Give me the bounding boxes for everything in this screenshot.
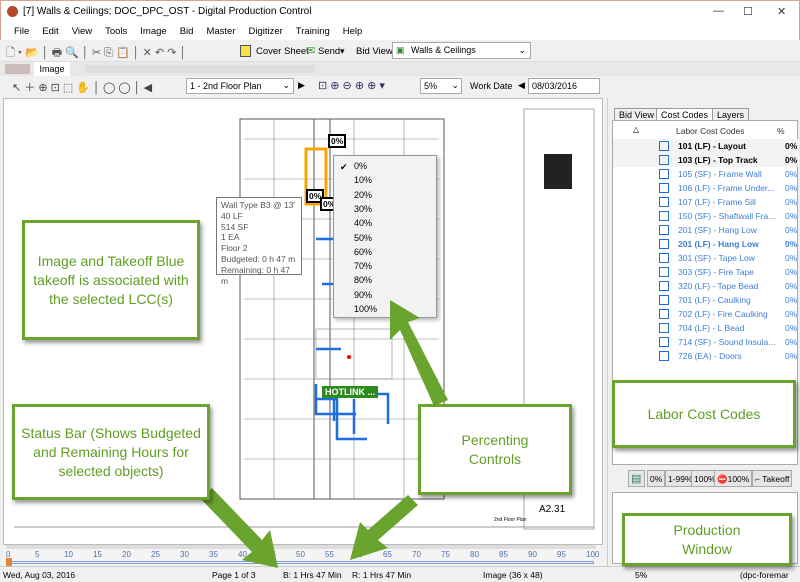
- callout-lcc: Labor Cost Codes: [612, 380, 796, 448]
- callout-percenting: Percenting Controls: [418, 404, 572, 495]
- arrow-status-right: [350, 495, 418, 560]
- callout-image-takeoff: Image and Takeoff Blue takeoff is associ…: [22, 220, 200, 340]
- callout-status-bar: Status Bar (Shows Budgeted and Remaining…: [12, 404, 210, 500]
- callout-production: Production Window: [622, 513, 792, 566]
- arrow-status-left: [200, 488, 278, 568]
- arrow-percenting: [390, 300, 448, 406]
